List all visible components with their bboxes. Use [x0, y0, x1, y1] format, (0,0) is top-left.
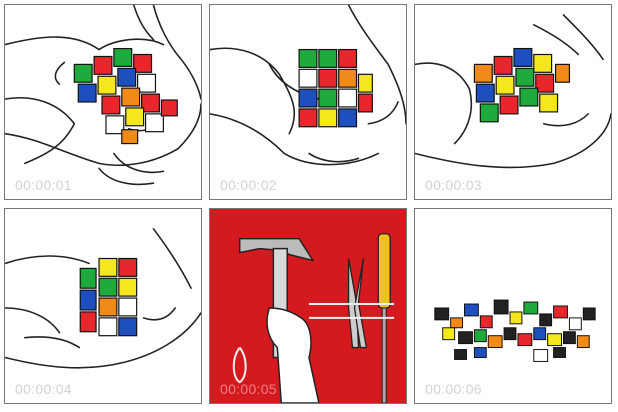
timestamp: 00:00:01: [15, 177, 72, 193]
hands-cube-illustration: [5, 5, 201, 186]
comic-panel-5: 00:00:05: [209, 208, 407, 404]
rubiks-cube: [79, 257, 138, 337]
rubiks-cube: [73, 47, 178, 145]
hands-cube-illustration: [415, 14, 611, 169]
rubiks-cube: [473, 47, 571, 123]
rubiks-cube: [298, 48, 373, 128]
timestamp: 00:00:02: [220, 177, 277, 193]
timestamp: 00:00:03: [425, 177, 482, 193]
hands-cube-illustration: [5, 228, 201, 369]
tool-wall-illustration: [232, 233, 395, 403]
timestamp: 00:00:04: [15, 381, 72, 397]
timestamp: 00:00:06: [425, 381, 482, 397]
comic-panel-6: 00:00:06: [414, 208, 612, 404]
comic-panel-2: 00:00:02: [209, 4, 407, 200]
comic-panel-4: 00:00:04: [4, 208, 202, 404]
comic-panel-3: 00:00:03: [414, 4, 612, 200]
comic-panel-1: 00:00:01: [4, 4, 202, 200]
hands-cube-illustration: [210, 5, 406, 166]
timestamp: 00:00:05: [220, 381, 277, 397]
smashed-cube-illustration: [434, 299, 596, 362]
